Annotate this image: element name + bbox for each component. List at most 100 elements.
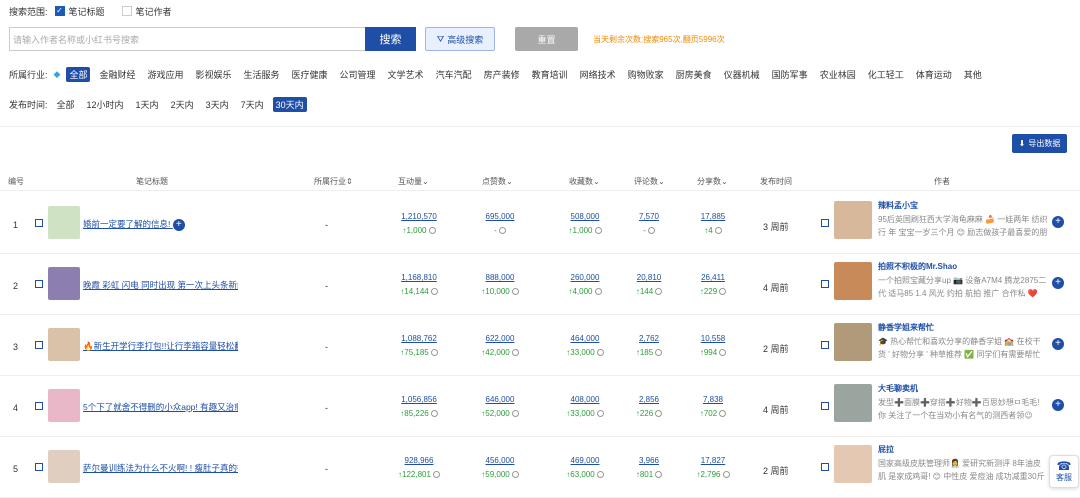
note-title-link[interactable]: 晚霞 彩虹 闪电 同时出现 第一次上头条新闻 +: [83, 279, 238, 292]
metric-shares-value[interactable]: 17,885: [683, 212, 743, 221]
industry-tag-6[interactable]: 公司管理: [337, 67, 379, 82]
col-comments[interactable]: 评论数⌄: [634, 176, 665, 187]
author-qr-code-icon[interactable]: [821, 463, 829, 471]
industry-tag-9[interactable]: 房产装修: [481, 67, 523, 82]
industry-tag-5[interactable]: 医疗健康: [289, 67, 331, 82]
industry-tag-8[interactable]: 汽车汽配: [433, 67, 475, 82]
metric-likes-value[interactable]: 888,000: [470, 273, 530, 282]
industry-tag-11[interactable]: 网络技术: [577, 67, 619, 82]
note-title-link[interactable]: 🔥新生开学行李打包!!让行李箱容量轻松翻倍 +: [83, 340, 238, 353]
metric-shares-value[interactable]: 17,827: [683, 456, 743, 465]
qr-code-icon[interactable]: [35, 402, 43, 410]
col-collects[interactable]: 收藏数⌄: [569, 176, 600, 187]
add-icon[interactable]: +: [172, 219, 185, 231]
col-likes[interactable]: 点赞数⌄: [482, 176, 513, 187]
industry-tag-10[interactable]: 教育培训: [529, 67, 571, 82]
industry-tag-0[interactable]: 全部: [66, 66, 91, 82]
metric-likes-value[interactable]: 622,000: [470, 334, 530, 343]
note-thumbnail[interactable]: [48, 389, 80, 422]
customer-service-button[interactable]: ☎ 客服: [1049, 455, 1079, 488]
author-qr-code-icon[interactable]: [821, 280, 829, 288]
metric-collects-value[interactable]: 508,000: [555, 212, 615, 221]
industry-tag-2[interactable]: 游戏应用: [144, 67, 186, 82]
industry-tag-18[interactable]: 体育运动: [913, 67, 955, 82]
add-author-icon[interactable]: +: [1052, 216, 1064, 228]
author-qr-code-icon[interactable]: [821, 341, 829, 349]
industry-tag-4[interactable]: 生活服务: [241, 67, 283, 82]
time-tag-1[interactable]: 12小时内: [84, 97, 127, 112]
author-name[interactable]: 静香学姐来帮忙: [878, 322, 934, 333]
note-thumbnail[interactable]: [48, 267, 80, 300]
metric-interact-value[interactable]: 1,056,856: [389, 395, 449, 404]
search-button[interactable]: 搜索: [365, 27, 416, 51]
col-industry[interactable]: 所属行业⇕: [314, 176, 353, 187]
qr-code-icon[interactable]: [35, 280, 43, 288]
metric-shares-value[interactable]: 26,411: [683, 273, 743, 282]
col-shares[interactable]: 分享数⌄: [697, 176, 728, 187]
industry-tag-3[interactable]: 影视娱乐: [192, 67, 234, 82]
metric-interact-value[interactable]: 1,210,570: [389, 212, 449, 221]
industry-tag-16[interactable]: 农业林园: [817, 67, 859, 82]
metric-likes-value[interactable]: 646,000: [470, 395, 530, 404]
author-name[interactable]: 辣料孟小宝: [878, 200, 918, 211]
qr-code-icon[interactable]: [35, 219, 43, 227]
author-avatar[interactable]: [834, 323, 872, 361]
checkbox-note-author[interactable]: [121, 6, 132, 16]
metric-likes-value[interactable]: 695,000: [470, 212, 530, 221]
author-qr-code-icon[interactable]: [821, 402, 829, 410]
industry-tag-12[interactable]: 购物败家: [625, 67, 667, 82]
add-author-icon[interactable]: +: [1052, 399, 1064, 411]
time-tag-2[interactable]: 1天内: [133, 97, 162, 112]
note-title-link[interactable]: 婚前一定要了解的信息! +: [83, 218, 238, 231]
note-title-link[interactable]: 5个下了就舍不得删的小众app! 有趣又治愈! +: [83, 401, 238, 414]
industry-tag-15[interactable]: 国防军事: [769, 67, 811, 82]
metric-collects-value[interactable]: 469,000: [555, 456, 615, 465]
metric-comments-value[interactable]: 3,966: [619, 456, 679, 465]
add-author-icon[interactable]: +: [1052, 338, 1064, 350]
metric-interact-value[interactable]: 1,088,762: [389, 334, 449, 343]
time-tag-4[interactable]: 3天内: [203, 97, 232, 112]
industry-tag-17[interactable]: 化工轻工: [865, 67, 907, 82]
metric-comments-value[interactable]: 20,810: [619, 273, 679, 282]
time-tag-3[interactable]: 2天内: [168, 97, 197, 112]
metric-collects-value[interactable]: 408,000: [555, 395, 615, 404]
author-name[interactable]: 屁拉: [878, 444, 894, 455]
time-tag-6[interactable]: 30天内: [272, 96, 307, 112]
metric-likes-value[interactable]: 456,000: [470, 456, 530, 465]
author-name[interactable]: 大毛聊卖机: [878, 383, 918, 394]
industry-tag-14[interactable]: 仪器机械: [721, 67, 763, 82]
metric-collects-value[interactable]: 260,000: [555, 273, 615, 282]
time-tag-0[interactable]: 全部: [54, 97, 78, 112]
author-avatar[interactable]: [834, 445, 872, 483]
author-name[interactable]: 拍照不积极的Mr.Shao: [878, 261, 957, 272]
note-title-link[interactable]: 萨尔曼训练法为什么不火啊! ! 瘦肚子真的很牛 +: [83, 462, 238, 475]
metric-collects-value[interactable]: 464,000: [555, 334, 615, 343]
export-button[interactable]: ⬇ 导出数据: [1012, 134, 1067, 153]
metric-comments-value[interactable]: 7,570: [619, 212, 679, 221]
note-thumbnail[interactable]: [48, 206, 80, 239]
metric-interact-value[interactable]: 1,168,810: [389, 273, 449, 282]
option-note-author[interactable]: 笔记作者: [136, 5, 172, 18]
author-avatar[interactable]: [834, 384, 872, 422]
note-thumbnail[interactable]: [48, 450, 80, 483]
add-author-icon[interactable]: +: [1052, 277, 1064, 289]
industry-tag-19[interactable]: 其他: [961, 67, 985, 82]
advanced-search-button[interactable]: ⛛ 高级搜索: [425, 27, 495, 51]
metric-interact-value[interactable]: 928,966: [389, 456, 449, 465]
author-avatar[interactable]: [834, 262, 872, 300]
metric-comments-value[interactable]: 2,762: [619, 334, 679, 343]
author-avatar[interactable]: [834, 201, 872, 239]
note-thumbnail[interactable]: [48, 328, 80, 361]
metric-shares-value[interactable]: 7,838: [683, 395, 743, 404]
option-note-title[interactable]: 笔记标题: [69, 5, 105, 18]
time-tag-5[interactable]: 7天内: [238, 97, 267, 112]
checkbox-note-title[interactable]: ✓: [54, 6, 65, 16]
search-input[interactable]: 请输入作者名称或小红书号搜索: [9, 27, 365, 51]
col-interact[interactable]: 互动量⌄: [398, 176, 429, 187]
metric-comments-value[interactable]: 2,856: [619, 395, 679, 404]
author-qr-code-icon[interactable]: [821, 219, 829, 227]
metric-shares-value[interactable]: 10,558: [683, 334, 743, 343]
industry-tag-7[interactable]: 文学艺术: [385, 67, 427, 82]
industry-tag-1[interactable]: 金融财经: [96, 67, 138, 82]
reset-button[interactable]: 重置: [515, 27, 578, 51]
